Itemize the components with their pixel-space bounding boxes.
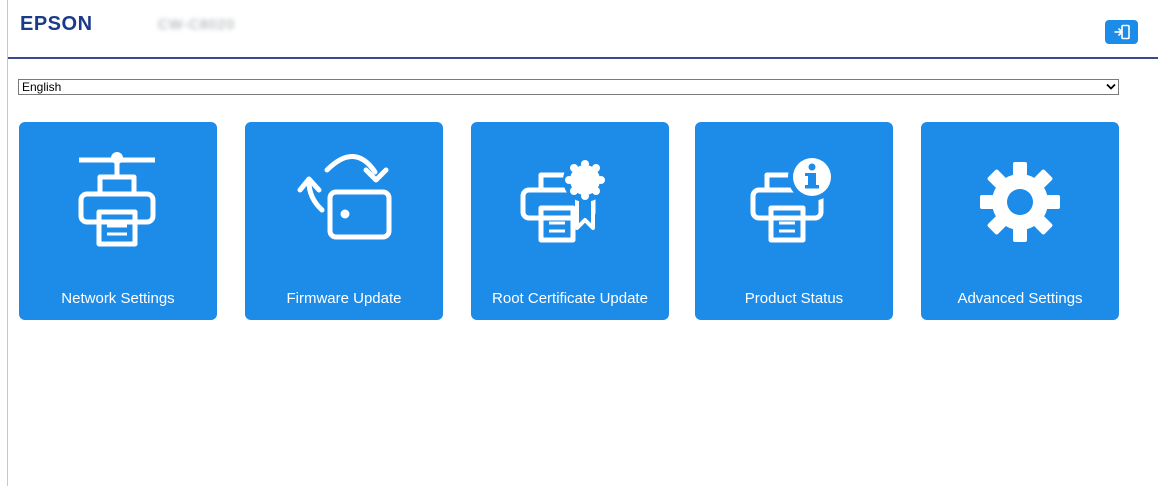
tile-label: Product Status [744, 290, 844, 307]
network-settings-tile[interactable]: Network Settings [19, 122, 217, 320]
tile-label: Root Certificate Update [492, 290, 648, 307]
network-printer-icon [78, 152, 156, 247]
certificate-printer-icon [520, 158, 607, 243]
gear-icon [980, 162, 1060, 242]
epson-logo: EPSON [20, 13, 93, 35]
firmware-update-icon [297, 154, 392, 240]
header: EPSON CW-C8020 [8, 0, 1158, 59]
product-status-tile[interactable]: Product Status [695, 122, 893, 320]
tile-label: Network Settings [61, 290, 175, 307]
root-certificate-update-tile[interactable]: Root Certificate Update [471, 122, 669, 320]
language-select-value: English [22, 80, 62, 94]
printer-info-icon [750, 153, 836, 243]
model-name: CW-C8020 [158, 16, 235, 32]
page-frame: EPSON CW-C8020 English Network Settings … [7, 0, 1158, 486]
language-select[interactable]: English [18, 79, 1119, 95]
tile-label: Firmware Update [286, 290, 402, 307]
chevron-down-icon [1106, 83, 1116, 90]
firmware-update-tile[interactable]: Firmware Update [245, 122, 443, 320]
logout-icon [1114, 24, 1130, 40]
logout-button[interactable] [1105, 20, 1138, 44]
advanced-settings-tile[interactable]: Advanced Settings [921, 122, 1119, 320]
tile-label: Advanced Settings [957, 290, 1083, 307]
